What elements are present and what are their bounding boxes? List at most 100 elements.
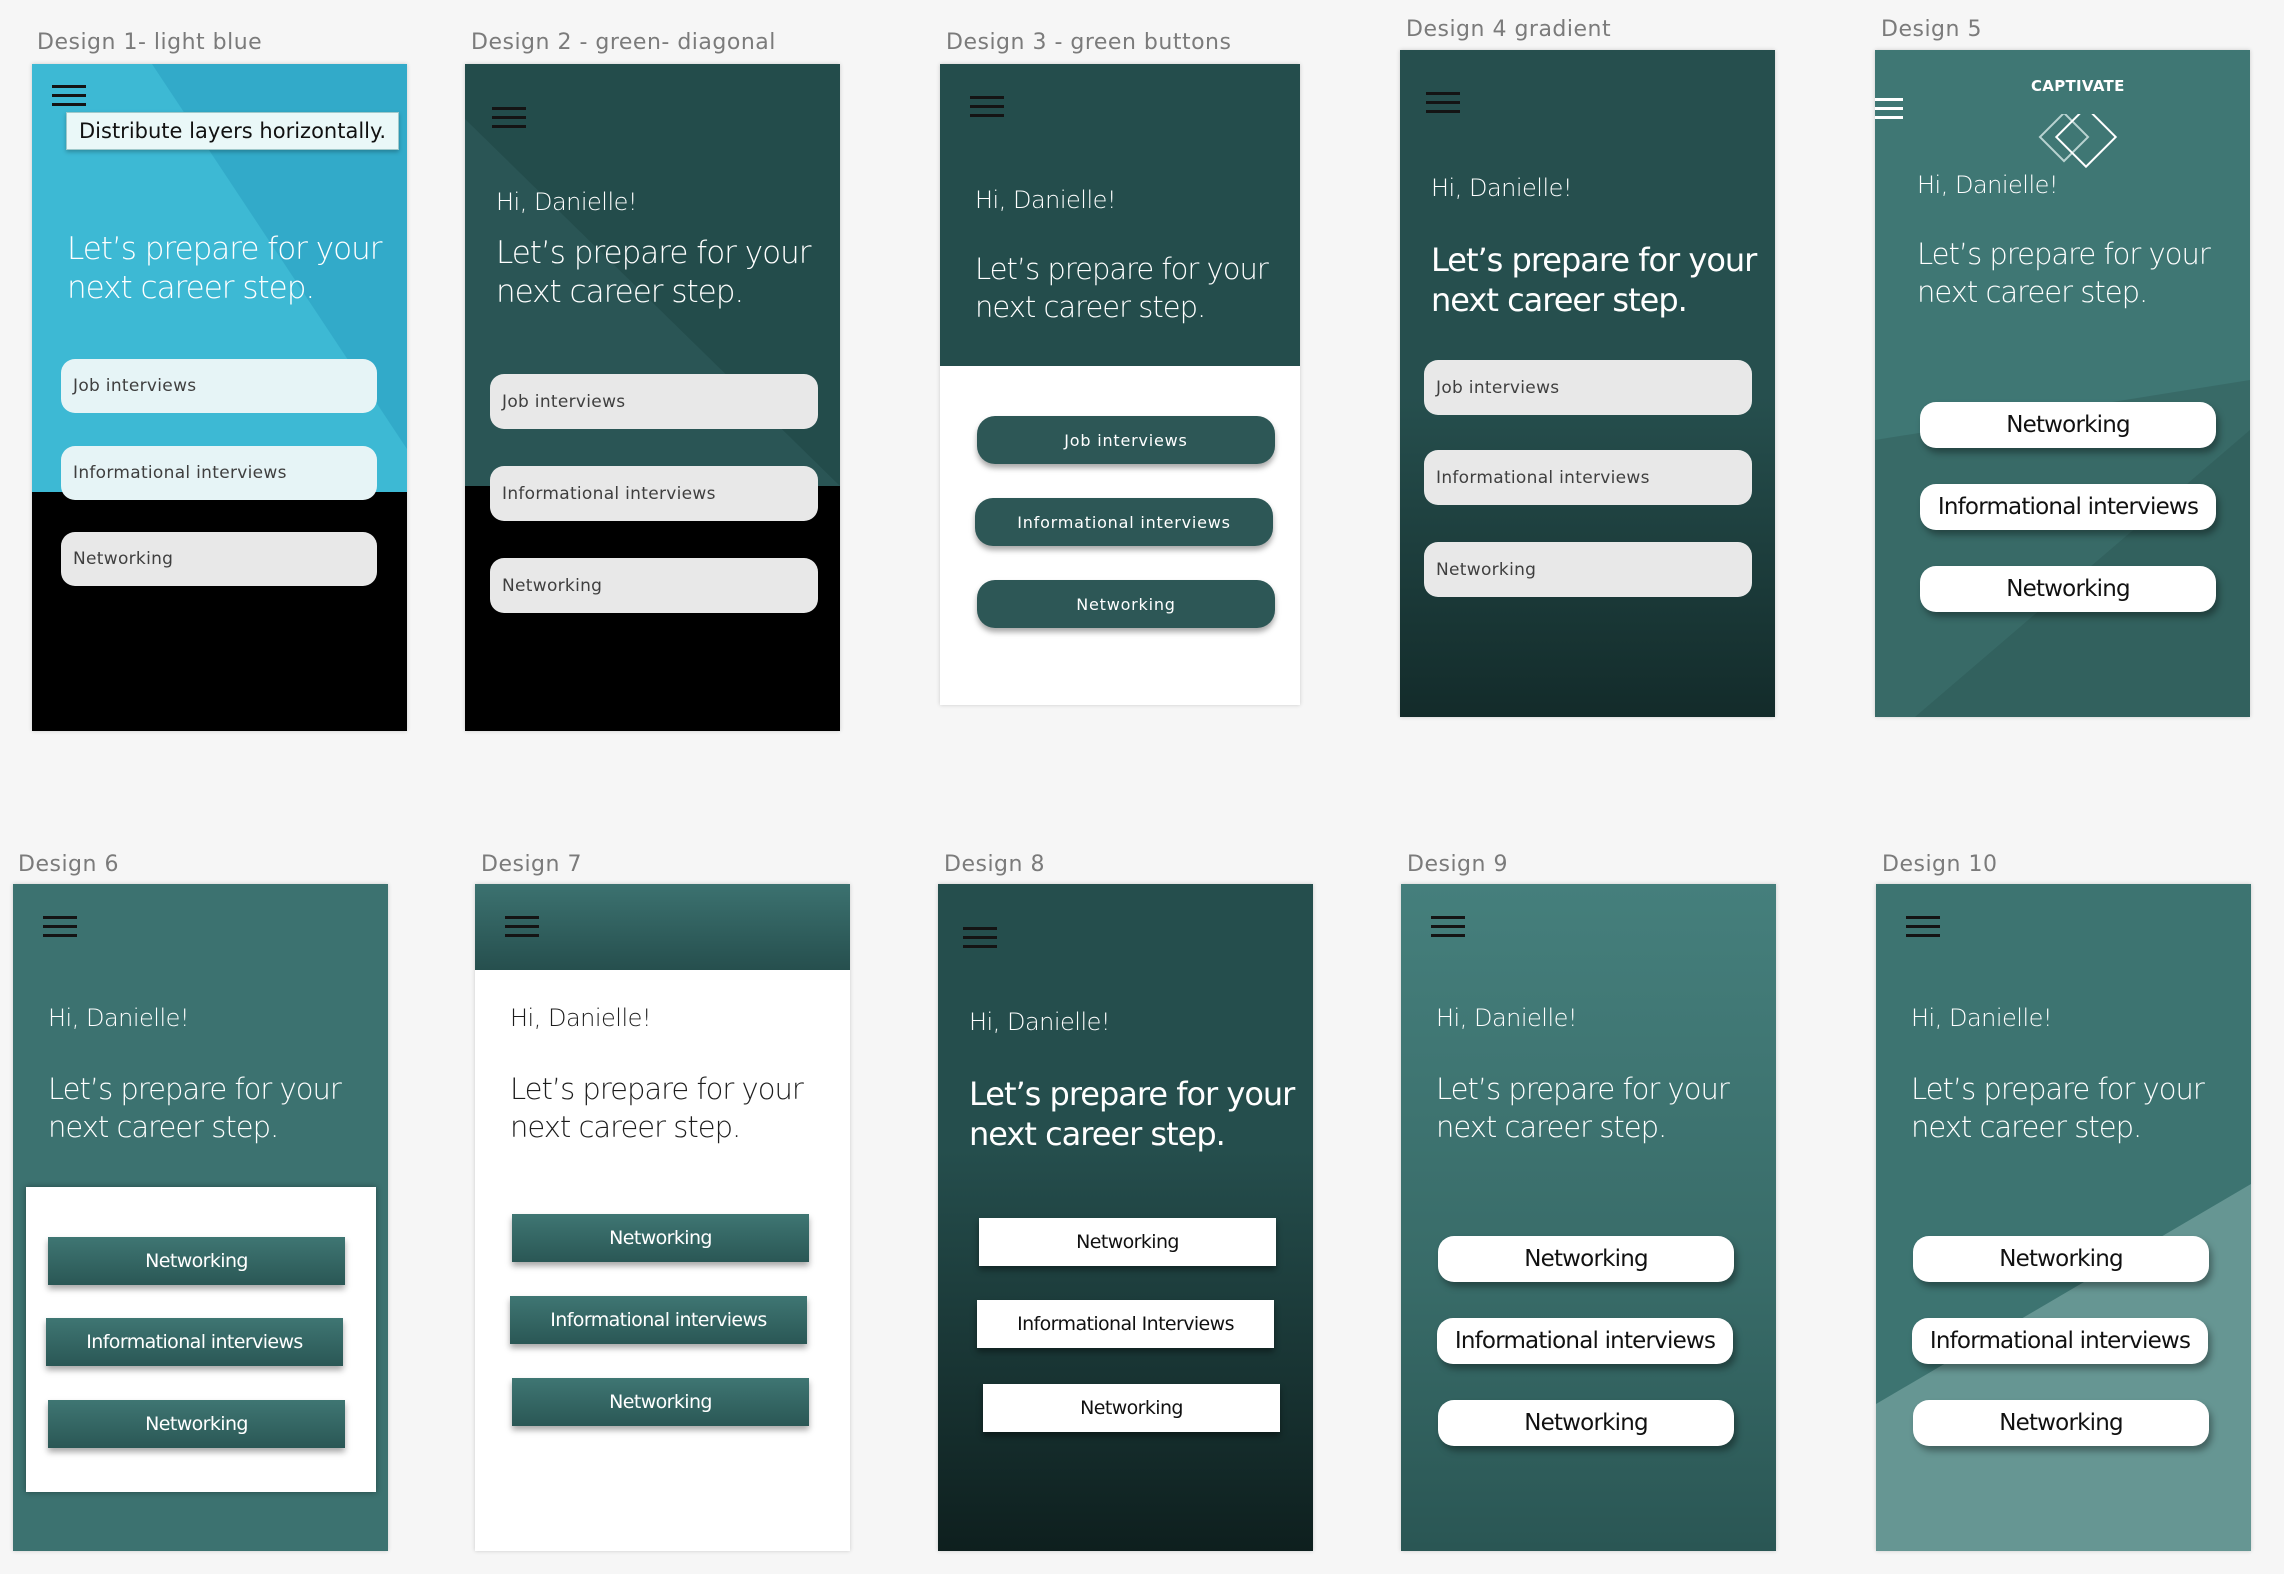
heading-line-2: next career step. (969, 1115, 1226, 1153)
networking-button[interactable]: Networking (1424, 542, 1752, 597)
heading: Let’s prepare for your next career step. (496, 234, 811, 312)
heading-line-1: Let’s prepare for your (1917, 237, 2211, 271)
heading-line-1: Let’s prepare for your (1431, 241, 1757, 279)
captivate-logo-icon (2038, 114, 2118, 169)
heading-line-2: next career step. (48, 1110, 279, 1144)
networking-button[interactable]: Networking (1913, 1236, 2209, 1282)
networking-button[interactable]: Networking (1920, 402, 2216, 448)
heading: Let’s prepare for your next career step. (969, 1074, 1295, 1154)
artboard-design-9[interactable]: Hi, Danielle! Let’s prepare for your nex… (1401, 884, 1776, 1551)
artboard-label-design-7[interactable]: Design 7 (481, 852, 582, 877)
greeting: Hi, Danielle! (969, 1008, 1111, 1036)
menu-icon[interactable] (970, 96, 1004, 118)
artboard-design-10[interactable]: Hi, Danielle! Let’s prepare for your nex… (1876, 884, 2251, 1551)
artboard-design-8[interactable]: Hi, Danielle! Let’s prepare for your nex… (938, 884, 1313, 1551)
job-interviews-button[interactable]: Job interviews (1424, 360, 1752, 415)
artboard-design-7[interactable]: Hi, Danielle! Let’s prepare for your nex… (475, 884, 850, 1551)
menu-icon[interactable] (43, 916, 77, 938)
networking-button[interactable]: Networking (977, 580, 1275, 628)
tooltip-distribute-layers: Distribute layers horizontally. (66, 112, 400, 150)
heading-line-2: next career step. (975, 290, 1206, 324)
informational-interviews-button[interactable]: Informational interviews (61, 446, 377, 500)
greeting: Hi, Danielle! (1436, 1004, 1578, 1032)
artboard-label-design-10[interactable]: Design 10 (1882, 852, 1997, 877)
heading: Let’s prepare for your next career step. (48, 1070, 342, 1146)
artboard-design-5[interactable]: CAPTIVATE Hi, Danielle! Let’s prepare fo… (1875, 50, 2250, 717)
informational-interviews-button[interactable]: Informational interviews (1920, 484, 2216, 530)
menu-icon[interactable] (505, 916, 539, 938)
heading-line-1: Let’s prepare for your (969, 1075, 1295, 1113)
artboard-design-4[interactable]: Hi, Danielle! Let’s prepare for your nex… (1400, 50, 1775, 717)
artboard-design-1[interactable]: Let’s prepare for your next career step.… (32, 64, 407, 731)
captivate-logo-text: CAPTIVATE (2031, 77, 2125, 95)
artboard-label-design-1[interactable]: Design 1- light blue (37, 30, 262, 55)
heading-line-1: Let’s prepare for your (1911, 1072, 2205, 1106)
heading: Let’s prepare for your next career step. (67, 230, 382, 308)
heading: Let’s prepare for your next career step. (1911, 1070, 2205, 1146)
heading-line-2: next career step. (67, 270, 315, 306)
menu-icon[interactable] (963, 927, 997, 949)
networking-button[interactable]: Networking (512, 1214, 809, 1262)
artboard-design-3[interactable]: Hi, Danielle! Let’s prepare for your nex… (940, 64, 1300, 705)
heading-line-2: next career step. (1431, 281, 1688, 319)
menu-icon[interactable] (52, 85, 86, 107)
informational-interviews-button[interactable]: Informational Interviews (977, 1300, 1274, 1348)
networking-button[interactable]: Networking (61, 532, 377, 586)
job-interviews-button[interactable]: Job interviews (61, 359, 377, 413)
networking-button-2[interactable]: Networking (983, 1384, 1280, 1432)
heading-line-1: Let’s prepare for your (67, 231, 382, 267)
artboard-label-design-5[interactable]: Design 5 (1881, 17, 1982, 42)
heading-line-2: next career step. (496, 274, 744, 310)
heading-line-2: next career step. (510, 1110, 741, 1144)
menu-icon[interactable] (1426, 92, 1460, 114)
informational-interviews-button[interactable]: Informational interviews (1912, 1318, 2208, 1364)
informational-interviews-button[interactable]: Informational interviews (490, 466, 818, 521)
job-interviews-button[interactable]: Job interviews (977, 416, 1275, 464)
networking-button-2[interactable]: Networking (1438, 1400, 1734, 1446)
greeting: Hi, Danielle! (496, 188, 638, 216)
networking-button[interactable]: Networking (1438, 1236, 1734, 1282)
diagonal-shade (1876, 1184, 2251, 1551)
greeting: Hi, Danielle! (975, 186, 1117, 214)
greeting: Hi, Danielle! (1917, 171, 2059, 199)
greeting: Hi, Danielle! (1431, 174, 1573, 202)
artboard-label-design-9[interactable]: Design 9 (1407, 852, 1508, 877)
informational-interviews-button[interactable]: Informational interviews (1424, 450, 1752, 505)
artboard-label-design-2[interactable]: Design 2 - green- diagonal (471, 30, 776, 55)
heading-line-2: next career step. (1911, 1110, 2142, 1144)
artboard-design-6[interactable]: Hi, Danielle! Let’s prepare for your nex… (13, 884, 388, 1551)
informational-interviews-button[interactable]: Informational interviews (975, 498, 1273, 546)
menu-icon[interactable] (1906, 916, 1940, 938)
heading: Let’s prepare for your next career step. (1436, 1070, 1730, 1146)
greeting: Hi, Danielle! (48, 1004, 190, 1032)
menu-icon[interactable] (1875, 98, 1903, 120)
networking-button-2[interactable]: Networking (48, 1400, 345, 1448)
networking-button-2[interactable]: Networking (512, 1378, 809, 1426)
artboard-label-design-6[interactable]: Design 6 (18, 852, 119, 877)
heading: Let’s prepare for your next career step. (1431, 240, 1757, 320)
informational-interviews-button[interactable]: Informational interviews (510, 1296, 807, 1344)
heading: Let’s prepare for your next career step. (510, 1070, 804, 1146)
artboard-label-design-4[interactable]: Design 4 gradient (1406, 17, 1611, 42)
networking-button-2[interactable]: Networking (1913, 1400, 2209, 1446)
greeting: Hi, Danielle! (510, 1004, 652, 1032)
heading-line-1: Let’s prepare for your (1436, 1072, 1730, 1106)
informational-interviews-button[interactable]: Informational interviews (46, 1318, 343, 1366)
menu-icon[interactable] (1431, 916, 1465, 938)
job-interviews-button[interactable]: Job interviews (490, 374, 818, 429)
heading-line-2: next career step. (1917, 275, 2148, 309)
artboard-design-2[interactable]: Hi, Danielle! Let’s prepare for your nex… (465, 64, 840, 731)
heading-line-1: Let’s prepare for your (510, 1072, 804, 1106)
networking-button[interactable]: Networking (979, 1218, 1276, 1266)
artboard-label-design-3[interactable]: Design 3 - green buttons (946, 30, 1231, 55)
informational-interviews-button[interactable]: Informational interviews (1437, 1318, 1733, 1364)
menu-icon[interactable] (492, 107, 526, 129)
artboard-label-design-8[interactable]: Design 8 (944, 852, 1045, 877)
heading: Let’s prepare for your next career step. (975, 250, 1269, 326)
networking-button[interactable]: Networking (48, 1237, 345, 1285)
heading-line-2: next career step. (1436, 1110, 1667, 1144)
heading-line-1: Let’s prepare for your (496, 235, 811, 271)
networking-button[interactable]: Networking (490, 558, 818, 613)
greeting: Hi, Danielle! (1911, 1004, 2053, 1032)
networking-button-2[interactable]: Networking (1920, 566, 2216, 612)
